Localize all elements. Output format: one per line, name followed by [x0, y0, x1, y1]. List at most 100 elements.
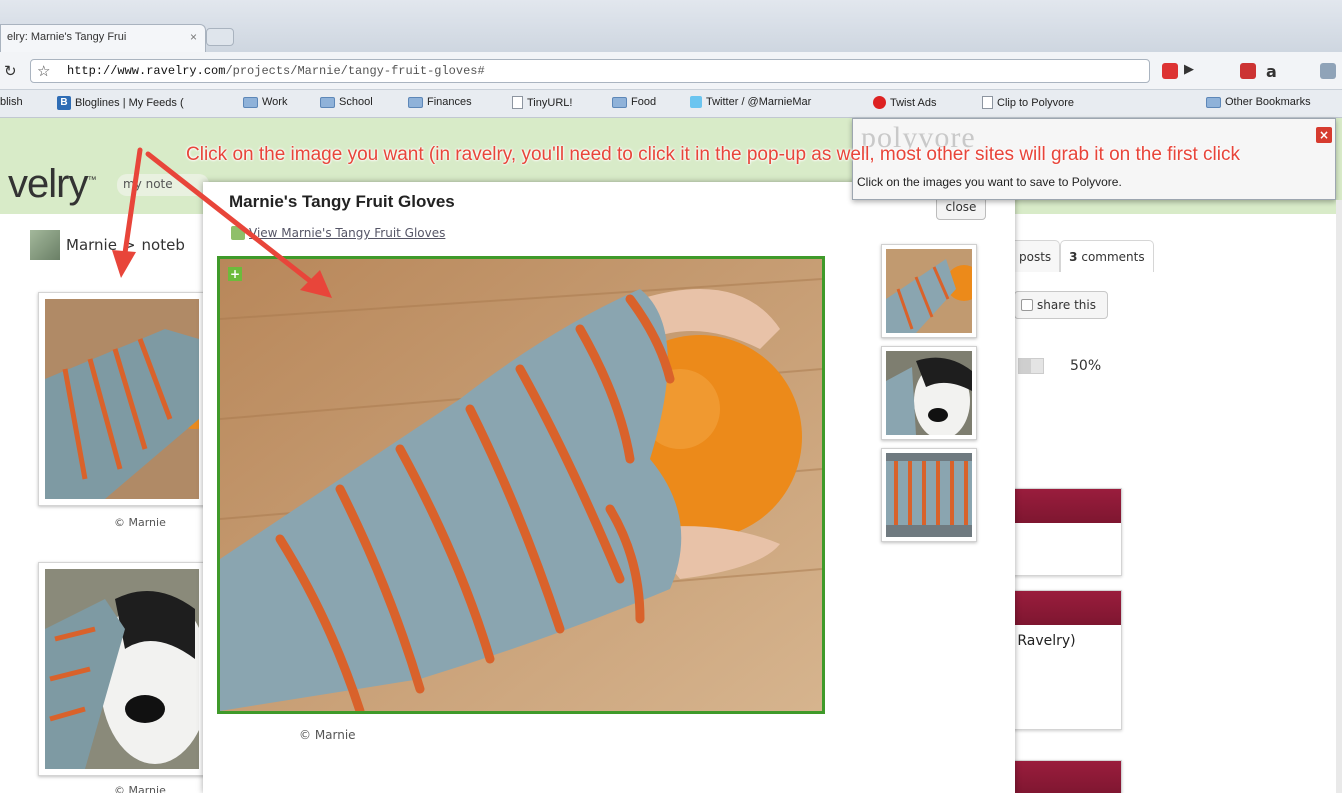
dog-photo-thumb: [45, 569, 210, 769]
bookmark-label: Twitter / @MarnieMar: [706, 96, 812, 108]
bookmark-label: Clip to Polyvore: [997, 96, 1075, 109]
bookmark-label: Twist Ads: [890, 96, 937, 109]
share-this-button[interactable]: share this: [1014, 291, 1108, 319]
polyvore-instruction: Click on the images you want to save to …: [857, 175, 1122, 189]
share-label: share this: [1037, 298, 1096, 312]
project-tabs: posts 3 comments: [1010, 240, 1154, 272]
bloglines-icon: B: [57, 96, 71, 110]
reload-icon[interactable]: ↻: [4, 62, 17, 80]
tab-posts[interactable]: posts: [1010, 240, 1061, 272]
browser-tabstrip: elry: Marnie's Tangy Frui ×: [0, 0, 1342, 52]
twitter-icon: [690, 96, 702, 108]
side-thumbnail-3[interactable]: [881, 448, 977, 542]
tab-close-icon[interactable]: ×: [190, 30, 197, 44]
address-url: http://www.ravelry.com/projects/Marnie/t…: [67, 64, 485, 78]
twist-ads-icon: [873, 96, 886, 109]
folder-icon: [408, 96, 423, 108]
page-icon: [982, 96, 993, 109]
side-thumbnail-2[interactable]: [881, 346, 977, 440]
photo-lightbox: Marnie's Tangy Fruit Gloves View Marnie'…: [203, 182, 1015, 793]
main-photo[interactable]: +: [217, 256, 825, 714]
new-tab-button[interactable]: [206, 28, 234, 46]
nav-tab-notebook[interactable]: my note: [117, 174, 209, 196]
address-bar[interactable]: ☆ http://www.ravelry.com/projects/Marnie…: [30, 59, 1150, 83]
add-plus-icon[interactable]: +: [228, 267, 242, 281]
breadcrumb: Marnie > noteb: [30, 230, 185, 260]
bookmark-star-icon[interactable]: ☆: [37, 62, 50, 80]
tab-posts-label: posts: [1019, 250, 1052, 264]
bookmark-work[interactable]: Work: [243, 96, 287, 108]
tab-comments[interactable]: 3 comments: [1060, 240, 1154, 272]
ravelry-logo[interactable]: velry™: [8, 162, 96, 207]
annotation-text: Click on the image you want (in ravelry,…: [186, 144, 1240, 165]
progress-text: 50%: [1070, 358, 1102, 374]
side-thumbnail-1[interactable]: [881, 244, 982, 338]
lightbox-title: Marnie's Tangy Fruit Gloves: [229, 192, 455, 211]
other-bookmarks-label: Other Bookmarks: [1225, 96, 1311, 108]
bookmark-label: Work: [262, 96, 288, 108]
progress-fill: [1019, 359, 1031, 373]
glove-thumb-icon: [886, 249, 982, 333]
photo-caption-1: © Marnie: [114, 516, 166, 529]
bookmarks-bar: blish B Bloglines | My Feeds ( Work Schoo…: [0, 90, 1342, 118]
page-icon: [512, 96, 523, 109]
folder-icon: [1206, 96, 1221, 108]
bookmark-label: TinyURL!: [527, 96, 573, 109]
glove-photo-thumb: [45, 299, 235, 499]
browser-tab[interactable]: elry: Marnie's Tangy Frui ×: [0, 24, 206, 52]
view-link-label: View Marnie's Tangy Fruit Gloves: [249, 226, 446, 240]
tab-comments-label: comments: [1081, 250, 1145, 264]
other-bookmarks[interactable]: Other Bookmarks: [1206, 96, 1311, 108]
bookmark-twitter[interactable]: Twitter / @MarnieMar: [690, 96, 811, 108]
tab-title: elry: Marnie's Tangy Frui: [7, 31, 127, 43]
card-band: [1013, 591, 1121, 625]
stash-card-2[interactable]: [1012, 590, 1122, 730]
bookmark-food[interactable]: Food: [612, 96, 656, 108]
glove-orange-photo: [220, 259, 822, 711]
card-band: [1013, 489, 1121, 523]
pdf-extension-icon[interactable]: [1162, 63, 1178, 79]
photo-caption-2: © Marnie: [114, 784, 166, 793]
play-icon[interactable]: ▶: [1184, 62, 1194, 77]
clip-extension-icon[interactable]: [1240, 63, 1256, 79]
screenshot-root: elry: Marnie's Tangy Frui × ↻ ☆ http://w…: [0, 0, 1342, 793]
progress-bar: [1018, 358, 1044, 374]
bookmark-label: Food: [631, 96, 657, 108]
browser-toolbar: ↻ ☆ http://www.ravelry.com/projects/Marn…: [0, 52, 1342, 90]
extension-icon[interactable]: [1320, 63, 1336, 79]
bookmark-label: Finances: [427, 96, 472, 108]
folder-icon: [612, 96, 627, 108]
stash-card-1[interactable]: [1012, 488, 1122, 576]
bookmark-school[interactable]: School: [320, 96, 373, 108]
project-icon: [231, 226, 245, 240]
amazon-icon[interactable]: a: [1266, 62, 1277, 81]
breadcrumb-page[interactable]: noteb: [142, 236, 185, 254]
lightbox-caption: © Marnie: [299, 728, 356, 742]
dog-thumb-icon: [886, 351, 972, 439]
comments-count: 3: [1069, 250, 1078, 264]
logo-tm: ™: [87, 174, 96, 185]
bookmark-label: School: [339, 96, 373, 108]
card-band: [1013, 761, 1121, 793]
view-project-link[interactable]: View Marnie's Tangy Fruit Gloves: [231, 226, 445, 240]
gloves-row-thumb-icon: [886, 453, 972, 537]
bookmark-clip-to-polyvore[interactable]: Clip to Polyvore: [982, 96, 1074, 109]
bookmark-blish[interactable]: blish: [0, 96, 23, 108]
breadcrumb-user[interactable]: Marnie: [66, 236, 117, 254]
avatar[interactable]: [30, 230, 60, 260]
project-photo-2[interactable]: [38, 562, 210, 776]
share-icon: [1021, 299, 1033, 311]
url-path: /projects/Marnie/tangy-fruit-gloves#: [225, 64, 485, 78]
folder-icon: [243, 96, 258, 108]
bookmark-label: blish: [0, 96, 23, 108]
url-host: http://www.ravelry.com: [67, 64, 226, 78]
stash-card-3[interactable]: [1012, 760, 1122, 793]
polyvore-close-button[interactable]: ×: [1316, 127, 1332, 143]
bookmark-label: Bloglines | My Feeds (: [75, 97, 184, 109]
bookmark-bloglines[interactable]: B Bloglines | My Feeds (: [57, 96, 184, 110]
scrollbar[interactable]: [1336, 200, 1342, 793]
bookmark-tinyurl[interactable]: TinyURL!: [512, 96, 572, 109]
bookmark-twist-ads[interactable]: Twist Ads: [873, 96, 936, 109]
bookmark-finances[interactable]: Finances: [408, 96, 472, 108]
project-photo-1[interactable]: [38, 292, 235, 506]
